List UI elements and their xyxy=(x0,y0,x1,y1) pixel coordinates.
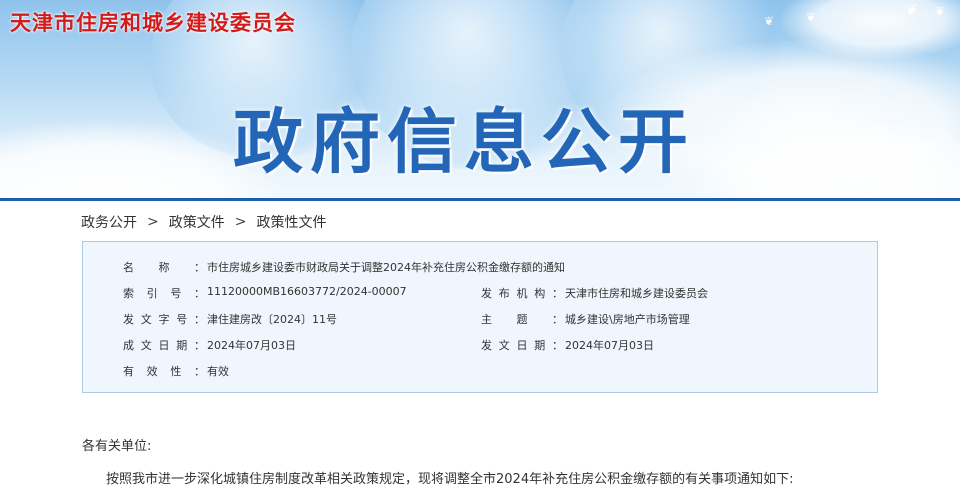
value-issuer: 天津市住房和城乡建设委员会 xyxy=(565,287,708,300)
salutation: 各有关单位: xyxy=(82,439,152,454)
breadcrumb: 政务公开 > 政策文件 > 政策性文件 xyxy=(81,212,326,232)
label-validity: 有效性： xyxy=(123,365,205,378)
info-row-index: 索引号： 11120000MB16603772/2024-00007 发布机构：… xyxy=(83,285,877,303)
bird-icon: ❦ xyxy=(935,4,946,18)
value-date-issued: 2024年07月03日 xyxy=(565,339,654,352)
banner-divider xyxy=(0,198,960,201)
breadcrumb-item-policy-docs[interactable]: 政策文件 xyxy=(169,212,225,232)
label-name: 名称： xyxy=(123,261,205,274)
value-index-no: 11120000MB16603772/2024-00007 xyxy=(207,285,407,298)
info-row-name: 名称： 市住房城乡建设委市财政局关于调整2024年补充住房公积金缴存额的通知 xyxy=(83,259,877,277)
bird-icon: ❦ xyxy=(905,0,919,19)
info-row-validity: 有效性： 有效 xyxy=(83,363,877,381)
label-date-written: 成文日期： xyxy=(123,339,205,352)
breadcrumb-item-policy-files[interactable]: 政策性文件 xyxy=(256,212,326,232)
value-name: 市住房城乡建设委市财政局关于调整2024年补充住房公积金缴存额的通知 xyxy=(207,261,565,274)
label-subject: 主题： xyxy=(481,313,563,326)
info-row-docno: 发文字号： 津住建房改〔2024〕11号 主题： 城乡建设\房地产市场管理 xyxy=(83,311,877,329)
breadcrumb-separator: > xyxy=(147,214,159,230)
value-doc-no: 津住建房改〔2024〕11号 xyxy=(207,313,337,326)
value-validity: 有效 xyxy=(207,365,229,378)
value-subject: 城乡建设\房地产市场管理 xyxy=(565,313,690,326)
breadcrumb-separator: > xyxy=(234,214,247,230)
info-row-dates: 成文日期： 2024年07月03日 发文日期： 2024年07月03日 xyxy=(83,337,877,355)
value-date-written: 2024年07月03日 xyxy=(207,339,296,352)
document-info-box: 名称： 市住房城乡建设委市财政局关于调整2024年补充住房公积金缴存额的通知 索… xyxy=(82,241,878,393)
breadcrumb-item-gov-affairs[interactable]: 政务公开 xyxy=(81,212,137,232)
label-issuer: 发布机构： xyxy=(481,287,563,300)
bird-icon: ❦ xyxy=(764,14,775,28)
label-date-issued: 发文日期： xyxy=(481,339,563,352)
label-index-no: 索引号： xyxy=(123,287,205,300)
bird-icon: ❦ xyxy=(806,10,817,24)
page-title: 政府信息公开 xyxy=(233,101,695,183)
org-name: 天津市住房和城乡建设委员会 xyxy=(10,11,296,35)
banner: ❦ ❦ ❦ ❦ 天津市住房和城乡建设委员会 政府信息公开 xyxy=(0,0,960,198)
label-doc-no: 发文字号： xyxy=(123,313,205,326)
body-paragraph: 按照我市进一步深化城镇住房制度改革相关政策规定，现将调整全市2024年补充住房公… xyxy=(106,472,794,487)
